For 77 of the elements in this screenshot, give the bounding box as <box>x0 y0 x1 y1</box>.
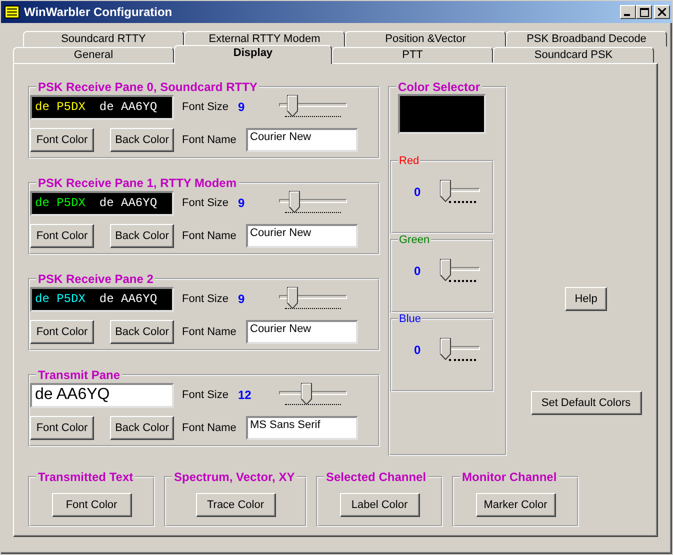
font-size-value: 12 <box>238 388 252 402</box>
font-color-button[interactable]: Font Color <box>30 224 94 248</box>
slider[interactable] <box>440 338 482 362</box>
tab[interactable]: Display <box>174 45 332 64</box>
slider[interactable] <box>440 259 482 283</box>
font-name-field[interactable]: Courier New <box>246 224 358 248</box>
group-title: PSK Receive Pane 1, RTTY Modem <box>37 176 238 190</box>
group-title: Color Selector <box>397 80 482 94</box>
color-button[interactable]: Font Color <box>52 493 132 517</box>
slider[interactable] <box>276 95 350 119</box>
field-label: Font Size <box>182 389 230 401</box>
channel-value: 0 <box>414 185 422 199</box>
field-label: Font Size <box>182 101 230 113</box>
slider[interactable] <box>440 180 482 204</box>
group-title: Spectrum, Vector, XY <box>173 470 296 484</box>
color-button[interactable]: Label Color <box>340 493 420 517</box>
back-color-button[interactable]: Back Color <box>110 320 174 344</box>
back-color-button[interactable]: Back Color <box>110 416 174 440</box>
font-color-button[interactable]: Font Color <box>30 416 94 440</box>
tab[interactable]: General <box>13 47 174 63</box>
group-title: Transmit Pane <box>37 368 122 382</box>
font-name-field[interactable]: Courier New <box>246 320 358 344</box>
group-title: PSK Receive Pane 2 <box>37 272 154 286</box>
text-preview: de P5DX de AA6YQ <box>30 190 174 216</box>
text-preview: de AA6YQ <box>30 382 174 408</box>
set-default-colors-button[interactable]: Set Default Colors <box>530 391 642 415</box>
font-color-button[interactable]: Font Color <box>30 320 94 344</box>
channel-value: 0 <box>414 343 422 357</box>
field-label: Font Name <box>182 422 238 434</box>
group-title: Monitor Channel <box>461 470 558 484</box>
text-preview: de P5DX de AA6YQ <box>30 94 174 120</box>
font-size-value: 9 <box>238 100 246 114</box>
tab[interactable]: Soundcard RTTY <box>23 31 184 47</box>
close-button[interactable] <box>654 5 670 19</box>
font-size-value: 9 <box>238 292 246 306</box>
back-color-button[interactable]: Back Color <box>110 128 174 152</box>
font-name-field[interactable]: MS Sans Serif <box>246 416 358 440</box>
tab[interactable]: Position &Vector <box>345 31 506 47</box>
channel-value: 0 <box>414 264 422 278</box>
group-title: Green <box>398 234 431 246</box>
help-button[interactable]: Help <box>565 287 607 311</box>
font-size-value: 9 <box>238 196 246 210</box>
group-title: Transmitted Text <box>37 470 134 484</box>
slider[interactable] <box>276 287 350 311</box>
font-name-field[interactable]: Courier New <box>246 128 358 152</box>
slider-thumb[interactable] <box>440 259 451 281</box>
slider-thumb[interactable] <box>289 191 300 213</box>
field-label: Font Size <box>182 293 230 305</box>
slider-thumb[interactable] <box>287 95 298 117</box>
field-label: Font Name <box>182 134 238 146</box>
slider-thumb[interactable] <box>440 338 451 360</box>
color-button[interactable]: Marker Color <box>476 493 556 517</box>
tab[interactable]: Soundcard PSK <box>493 47 654 63</box>
slider-thumb[interactable] <box>287 287 298 309</box>
minimize-button[interactable] <box>620 5 636 19</box>
field-label: Font Name <box>182 326 238 338</box>
group-title: Blue <box>398 313 422 325</box>
color-button[interactable]: Trace Color <box>196 493 276 517</box>
slider[interactable] <box>276 383 350 407</box>
text-preview: de P5DX de AA6YQ <box>30 286 174 312</box>
group-title: Red <box>398 155 420 167</box>
back-color-button[interactable]: Back Color <box>110 224 174 248</box>
group-title: PSK Receive Pane 0, Soundcard RTTY <box>37 80 258 94</box>
slider[interactable] <box>276 191 350 215</box>
maximize-button[interactable] <box>636 5 652 19</box>
app-icon <box>4 5 20 19</box>
font-color-button[interactable]: Font Color <box>30 128 94 152</box>
slider-thumb[interactable] <box>301 383 312 405</box>
close-icon <box>658 8 666 16</box>
field-label: Font Size <box>182 197 230 209</box>
field-label: Font Name <box>182 230 238 242</box>
tab[interactable]: PTT <box>332 47 493 63</box>
maximize-icon <box>640 8 648 16</box>
slider-thumb[interactable] <box>440 180 451 202</box>
group-title: Selected Channel <box>325 470 428 484</box>
window-title: WinWarbler Configuration <box>24 5 174 19</box>
tab[interactable]: PSK Broadband Decode <box>506 31 667 47</box>
